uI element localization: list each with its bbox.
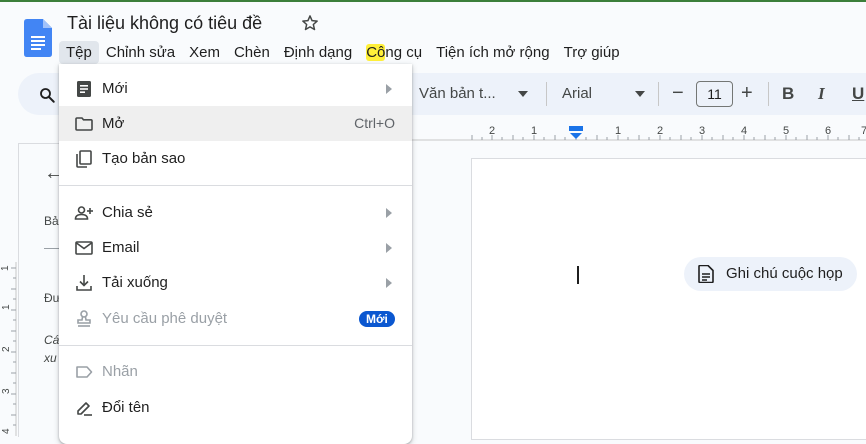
ruler-tick: 2 <box>657 125 663 137</box>
meeting-notes-chip[interactable]: Ghi chú cuộc họp <box>684 257 857 291</box>
font-size-input[interactable]: 11 <box>696 81 733 107</box>
toolbar-divider <box>658 82 659 106</box>
person-add-icon <box>74 206 93 220</box>
ruler-tick: 3 <box>699 125 705 137</box>
menu-item-rename[interactable]: Đổi tên <box>59 390 412 425</box>
increase-font-size-button[interactable]: + <box>741 82 753 105</box>
first-line-indent-marker[interactable] <box>569 126 583 131</box>
download-icon <box>76 275 92 291</box>
document-page[interactable] <box>471 158 866 440</box>
menu-extensions[interactable]: Tiện ích mở rộng <box>429 41 557 64</box>
submenu-arrow-icon <box>386 208 392 218</box>
tools-rest: ng cụ <box>385 43 423 61</box>
menu-edit[interactable]: Chỉnh sửa <box>99 41 182 64</box>
menu-view[interactable]: Xem <box>182 41 227 64</box>
search-icon[interactable] <box>38 86 56 104</box>
meeting-notes-label: Ghi chú cuộc họp <box>726 265 843 282</box>
style-select[interactable]: Văn bản t... <box>419 85 496 102</box>
ruler-tick: 2 <box>489 125 495 137</box>
vruler-tick: 2 <box>1 346 12 352</box>
document-icon <box>698 265 714 283</box>
shortcut-label: Ctrl+O <box>354 115 395 131</box>
toolbar-divider <box>546 82 547 106</box>
menu-file[interactable]: Tệp <box>59 40 99 64</box>
new-badge: Mới <box>359 311 395 327</box>
font-dropdown-icon[interactable] <box>635 91 645 97</box>
menu-item-labels[interactable]: Nhãn <box>59 354 412 389</box>
menu-item-label: Tạo bản sao <box>102 150 186 167</box>
text-cursor <box>577 266 579 284</box>
ruler-tick: 4 <box>741 125 747 137</box>
menu-item-label: Tải xuống <box>102 274 168 291</box>
menu-item-download[interactable]: Tải xuống <box>59 265 412 300</box>
tools-highlight: Cô <box>366 43 386 61</box>
menu-item-email[interactable]: Email <box>59 230 412 265</box>
menu-item-label: Yêu cầu phê duyệt <box>102 310 228 327</box>
menu-item-label: Nhãn <box>102 363 138 380</box>
submenu-arrow-icon <box>386 84 392 94</box>
font-select[interactable]: Arial <box>562 85 592 102</box>
decrease-font-size-button[interactable]: − <box>672 82 684 105</box>
menu-divider <box>59 185 412 186</box>
document-outline-panel <box>18 143 60 437</box>
underline-button[interactable]: U <box>852 84 864 104</box>
vruler-tick: 3 <box>1 388 12 394</box>
rename-icon <box>77 402 92 416</box>
menu-item-make-copy[interactable]: Tạo bản sao <box>59 141 412 176</box>
menu-format[interactable]: Định dạng <box>277 41 359 64</box>
docs-logo-icon[interactable] <box>24 19 52 57</box>
style-dropdown-icon[interactable] <box>518 91 528 97</box>
ruler-tick: 5 <box>783 125 789 137</box>
left-indent-marker[interactable] <box>570 133 582 139</box>
top-border <box>0 0 866 2</box>
menu-item-new[interactable]: Mới <box>59 71 412 106</box>
vruler-tick: 4 <box>1 428 12 434</box>
outline-hint-partial: Cá <box>44 333 60 347</box>
menu-insert[interactable]: Chèn <box>227 41 277 64</box>
menu-bar: Tệp Chỉnh sửa Xem Chèn Định dạng Công cụ… <box>59 40 627 64</box>
label-icon <box>76 366 93 378</box>
bold-button[interactable]: B <box>782 84 794 104</box>
outline-hint-partial: xu <box>44 351 57 365</box>
menu-item-open[interactable]: Mở Ctrl+O <box>59 106 412 141</box>
menu-item-label: Mở <box>102 115 125 132</box>
vruler-tick: 1 <box>0 265 11 271</box>
folder-icon <box>75 117 93 131</box>
copy-icon <box>76 150 92 168</box>
ruler-tick: 7 <box>861 125 866 137</box>
new-document-icon <box>77 81 91 97</box>
menu-item-label: Đổi tên <box>102 399 150 416</box>
submenu-arrow-icon <box>386 278 392 288</box>
italic-button[interactable]: I <box>818 84 825 104</box>
menu-tools[interactable]: Công cụ <box>359 41 429 64</box>
stamp-icon <box>77 310 91 327</box>
menu-item-request-approval[interactable]: Yêu cầu phê duyệt Mới <box>59 301 412 336</box>
menu-help[interactable]: Trợ giúp <box>557 41 627 64</box>
ruler-tick: 1 <box>615 125 621 137</box>
mail-icon <box>75 241 93 255</box>
menu-item-label: Email <box>102 239 140 256</box>
menu-item-label: Mới <box>102 80 128 97</box>
vruler-tick: 1 <box>1 304 12 310</box>
outline-heading-partial: Bả <box>44 214 59 228</box>
horizontal-ruler: 2 1 1 2 3 4 5 6 7 <box>412 125 866 141</box>
star-icon[interactable] <box>300 13 320 33</box>
vertical-ruler: 1 1 2 3 4 <box>0 262 17 436</box>
menu-item-share[interactable]: Chia sẻ <box>59 195 412 230</box>
document-title[interactable]: Tài liệu không có tiêu đề <box>67 13 262 34</box>
menu-item-label: Chia sẻ <box>102 204 153 221</box>
menu-divider <box>59 345 412 346</box>
toolbar-divider <box>768 82 769 106</box>
outline-divider <box>44 248 59 249</box>
ruler-tick: 6 <box>825 125 831 137</box>
submenu-arrow-icon <box>386 243 392 253</box>
file-menu: Mới Mở Ctrl+O Tạo bản sao Chia sẻ Email <box>59 64 412 444</box>
ruler-tick: 1 <box>531 125 537 137</box>
